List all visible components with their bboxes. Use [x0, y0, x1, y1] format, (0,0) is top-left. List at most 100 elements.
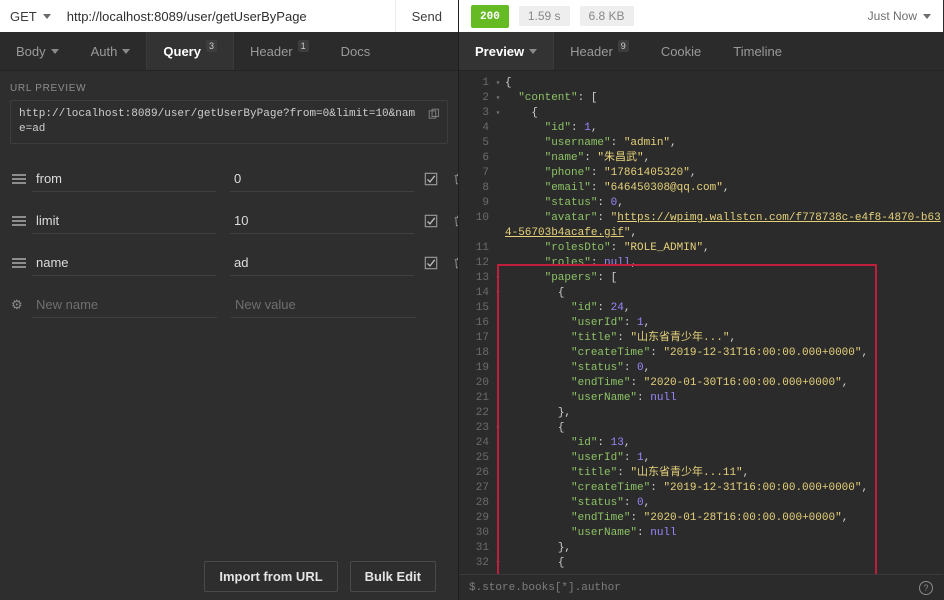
- checkbox-checked-icon[interactable]: [424, 214, 438, 228]
- checkbox-checked-icon[interactable]: [424, 172, 438, 186]
- tab-cookie[interactable]: Cookie: [645, 32, 717, 70]
- url-preview-text: http://localhost:8089/user/getUserByPage…: [19, 107, 421, 137]
- line-number: 28: [459, 496, 489, 511]
- fold-toggle-icon[interactable]: ▾: [493, 556, 503, 571]
- line-number: 5: [459, 136, 489, 151]
- send-button[interactable]: Send: [395, 0, 458, 32]
- line-number: 14: [459, 286, 489, 301]
- tab-timeline[interactable]: Timeline: [717, 32, 798, 70]
- fold-spacer: [493, 211, 503, 241]
- fold-toggle-icon[interactable]: ▾: [493, 286, 503, 301]
- fold-toggle-icon[interactable]: ▾: [493, 421, 503, 436]
- gear-icon[interactable]: ⚙: [10, 297, 32, 313]
- chevron-down-icon: [51, 49, 59, 54]
- drag-handle-icon[interactable]: [10, 174, 32, 184]
- drag-handle-icon[interactable]: [10, 216, 32, 226]
- param-name-input[interactable]: [32, 250, 216, 276]
- drag-handle-icon[interactable]: [10, 258, 32, 268]
- tab-auth[interactable]: Auth: [75, 32, 147, 70]
- tab-body[interactable]: Body: [0, 32, 75, 70]
- json-line: "id": 1,: [505, 121, 943, 136]
- tab-query[interactable]: Query 3: [146, 32, 233, 70]
- url-input[interactable]: [61, 0, 395, 32]
- line-number-gutter: 1234567891011121314151617181920212223242…: [459, 76, 493, 571]
- json-line: "content": [: [505, 91, 943, 106]
- fold-spacer: [493, 511, 503, 526]
- tab-auth-label: Auth: [91, 44, 118, 59]
- json-line: },: [505, 406, 943, 421]
- line-number: 2: [459, 91, 489, 106]
- tab-header[interactable]: Header 1: [233, 32, 325, 70]
- delete-icon[interactable]: [452, 214, 458, 228]
- delete-icon[interactable]: [452, 256, 458, 270]
- json-line: {: [505, 106, 943, 121]
- copy-icon[interactable]: [428, 108, 441, 121]
- fold-toggle-icon[interactable]: ▾: [493, 91, 503, 106]
- json-line: "endTime": "2020-01-30T16:00:00.000+0000…: [505, 376, 943, 391]
- line-number: 3: [459, 106, 489, 121]
- json-line: "createTime": "2019-12-31T16:00:00.000+0…: [505, 346, 943, 361]
- fold-spacer: [493, 121, 503, 136]
- tab-query-badge: 3: [206, 40, 217, 52]
- fold-toggle-icon[interactable]: ▾: [493, 106, 503, 121]
- json-line: "papers": [: [505, 271, 943, 286]
- json-path-filter-input[interactable]: [469, 582, 919, 594]
- param-row-actions: [424, 214, 458, 228]
- param-value-input[interactable]: [230, 250, 414, 276]
- response-timestamp-label: Just Now: [868, 9, 917, 23]
- line-number: 7: [459, 166, 489, 181]
- response-body-viewer[interactable]: 1234567891011121314151617181920212223242…: [459, 71, 943, 574]
- new-param-value-input[interactable]: [231, 292, 416, 318]
- response-size-badge: 6.8 KB: [580, 6, 634, 26]
- fold-spacer: [493, 361, 503, 376]
- tab-preview[interactable]: Preview: [459, 32, 553, 70]
- json-line: "roles": null,: [505, 256, 943, 271]
- bulk-edit-button[interactable]: Bulk Edit: [350, 561, 436, 592]
- param-name-input[interactable]: [32, 208, 216, 234]
- import-from-url-button[interactable]: Import from URL: [204, 561, 337, 592]
- param-name-input[interactable]: [32, 166, 216, 192]
- line-number: 4: [459, 121, 489, 136]
- fold-toggle-icon[interactable]: ▾: [493, 76, 503, 91]
- help-icon[interactable]: ?: [919, 581, 933, 595]
- line-number: 19: [459, 361, 489, 376]
- tab-docs[interactable]: Docs: [325, 32, 387, 70]
- line-number: 27: [459, 481, 489, 496]
- fold-gutter[interactable]: ▾▾▾▾▾▾▾: [493, 76, 503, 571]
- fold-spacer: [493, 346, 503, 361]
- fold-spacer: [493, 256, 503, 271]
- tab-timeline-label: Timeline: [733, 44, 782, 59]
- line-number: 18: [459, 346, 489, 361]
- param-value-input[interactable]: [230, 166, 414, 192]
- line-number: 25: [459, 451, 489, 466]
- fold-spacer: [493, 316, 503, 331]
- line-number: 10: [459, 211, 489, 241]
- param-value-input[interactable]: [230, 208, 414, 234]
- new-param-name-input[interactable]: [32, 292, 217, 318]
- response-history-selector[interactable]: Just Now: [868, 9, 931, 23]
- tab-response-header[interactable]: Header 9: [553, 32, 645, 70]
- fold-spacer: [493, 526, 503, 541]
- tab-cookie-label: Cookie: [661, 44, 701, 59]
- http-method-selector[interactable]: GET: [0, 0, 61, 32]
- json-line: "userId": 1,: [505, 451, 943, 466]
- json-lines: { "content": [ { "id": 1, "username": "a…: [503, 76, 943, 571]
- line-number: 9: [459, 196, 489, 211]
- json-line: {: [505, 76, 943, 91]
- line-number: 29: [459, 511, 489, 526]
- fold-spacer: [493, 166, 503, 181]
- tab-query-label: Query: [163, 44, 201, 59]
- json-line: "status": 0,: [505, 361, 943, 376]
- fold-spacer: [493, 136, 503, 151]
- param-list: ⚙: [0, 158, 458, 326]
- param-row: [10, 242, 448, 284]
- json-line: {: [505, 421, 943, 436]
- line-number: 8: [459, 181, 489, 196]
- delete-icon[interactable]: [452, 172, 458, 186]
- fold-toggle-icon[interactable]: ▾: [493, 271, 503, 286]
- checkbox-checked-icon[interactable]: [424, 256, 438, 270]
- response-tabs: Preview Header 9 Cookie Timeline: [459, 32, 943, 71]
- json-code-block: 1234567891011121314151617181920212223242…: [459, 71, 943, 571]
- request-pane: GET Send Body Auth Query 3 Header 1: [0, 0, 459, 600]
- chevron-down-icon: [529, 49, 537, 54]
